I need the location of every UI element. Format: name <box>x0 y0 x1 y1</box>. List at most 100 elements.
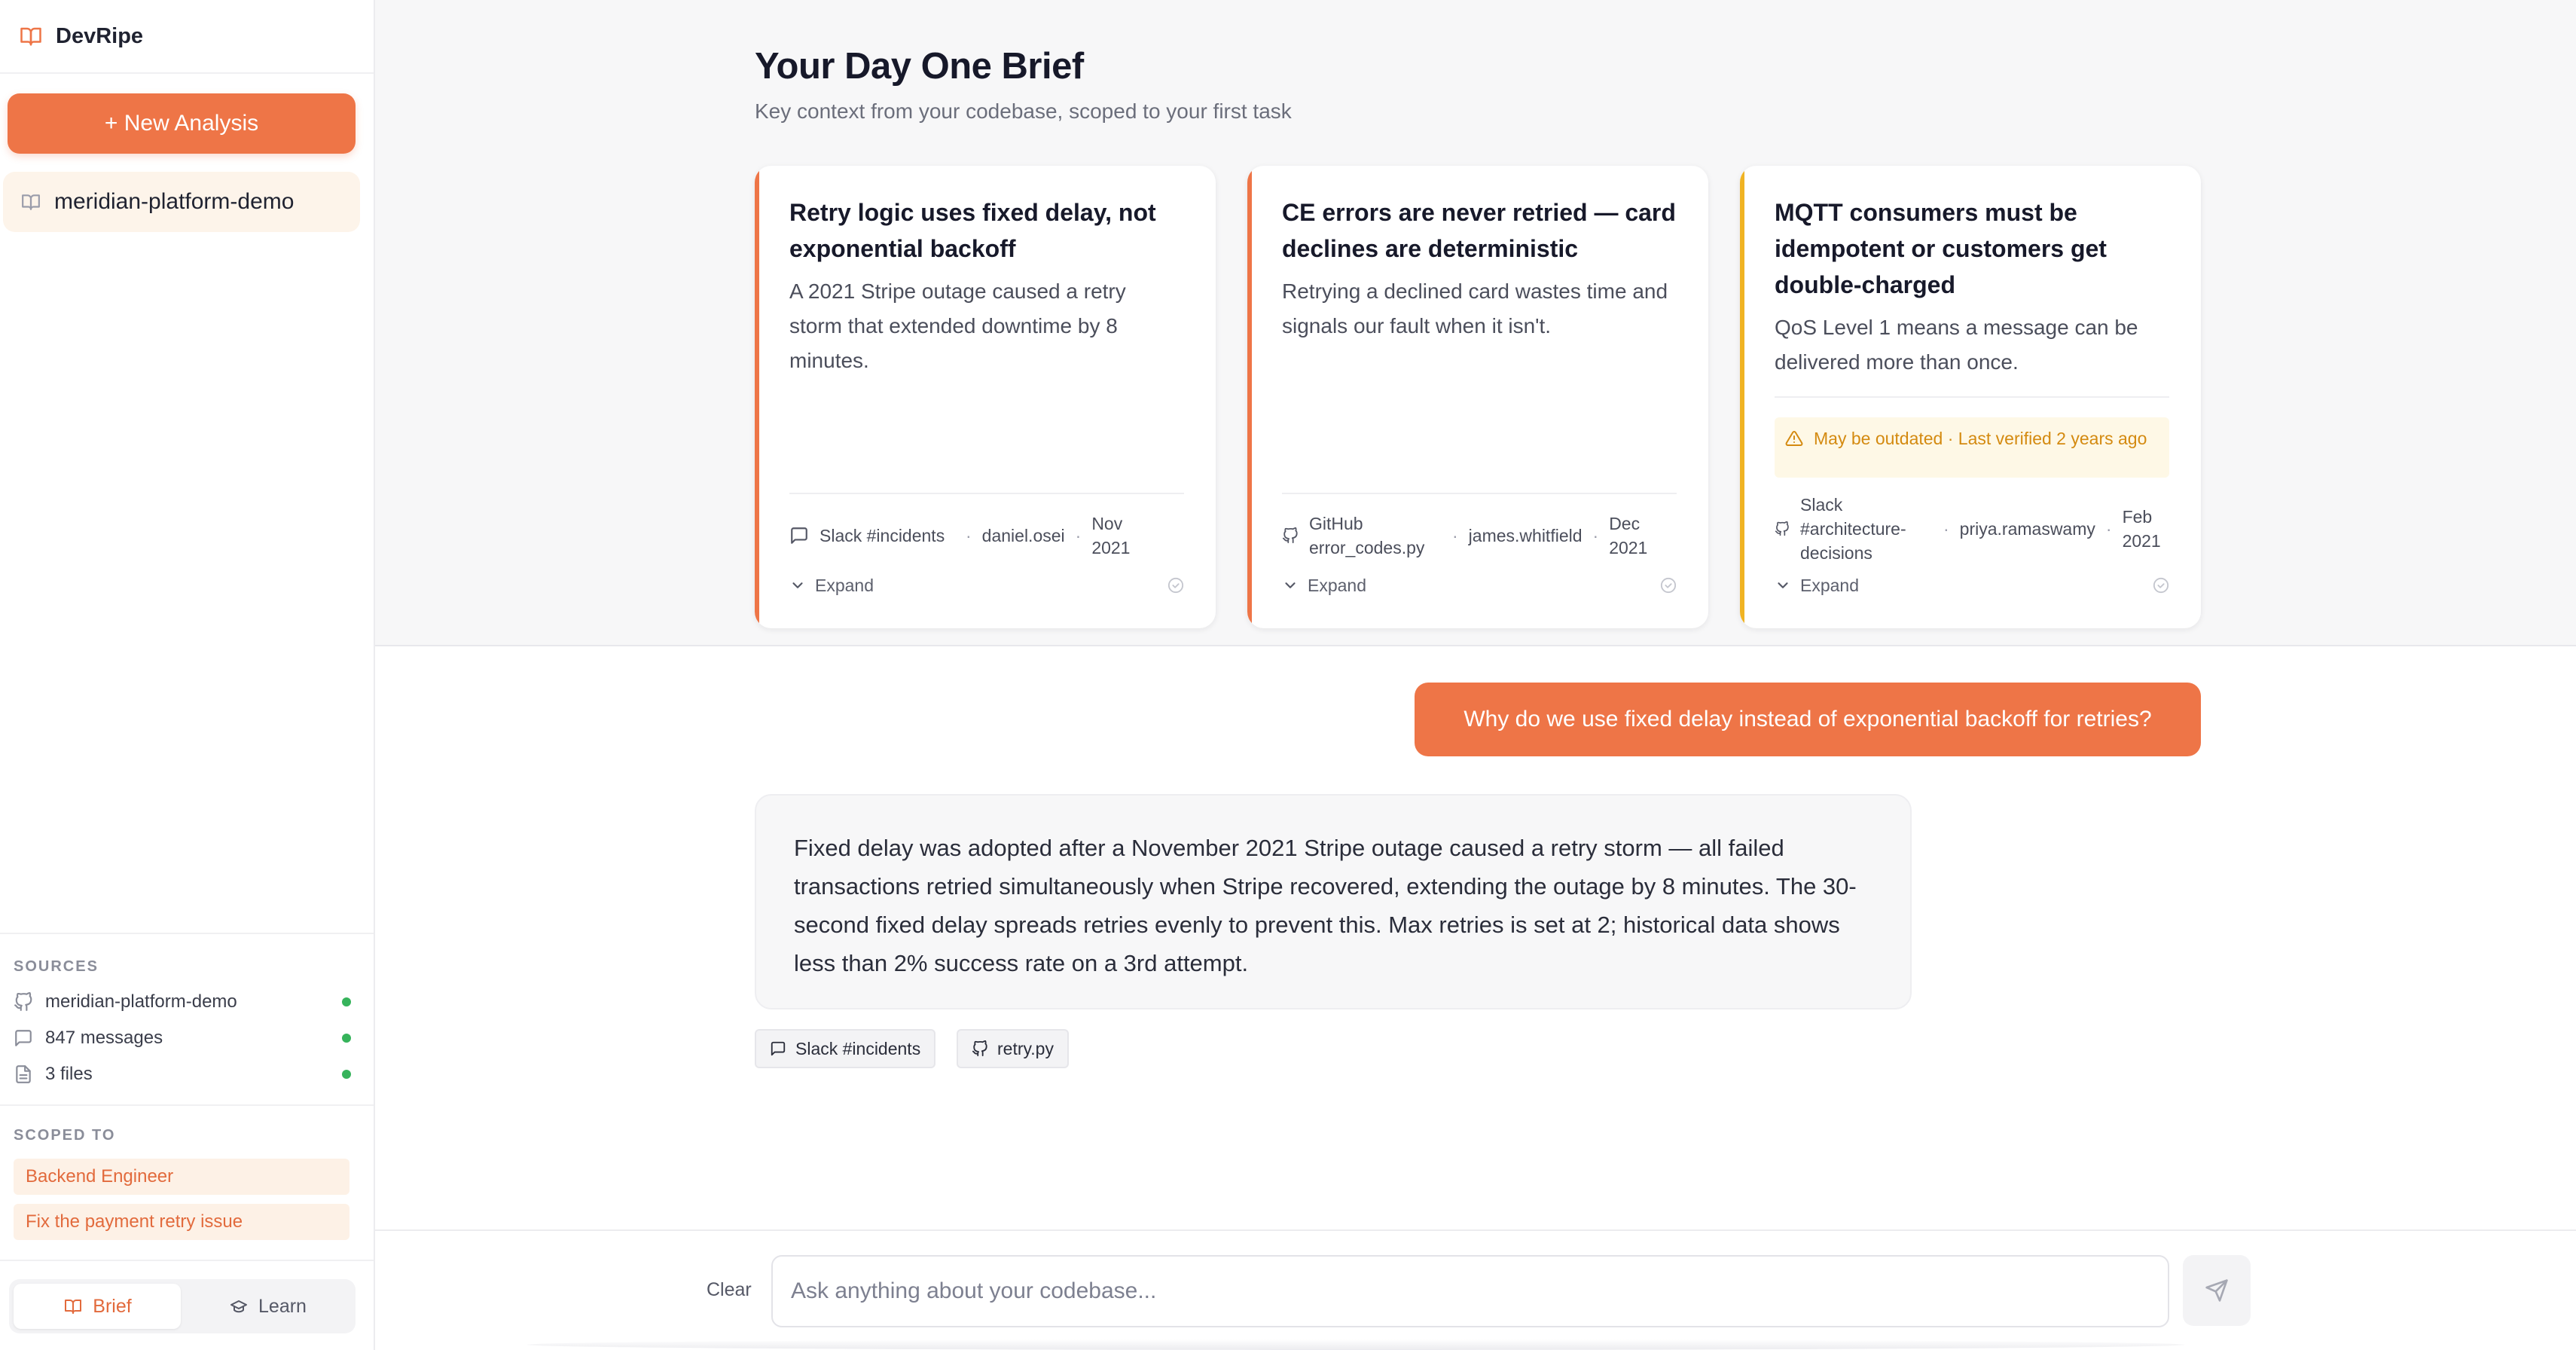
warning-text: May be outdated · Last verified 2 years … <box>1814 429 2147 448</box>
send-icon <box>2205 1278 2229 1303</box>
meta-separator: · <box>1592 525 1599 545</box>
citation-label: Slack #incidents <box>795 1038 921 1058</box>
divider <box>1282 493 1677 494</box>
graduation-cap-icon <box>228 1297 249 1315</box>
status-dot <box>342 1070 351 1079</box>
card-title: Retry logic uses fixed delay, not expone… <box>789 199 1156 262</box>
new-analysis-button[interactable]: + New Analysis <box>8 93 356 154</box>
expand-button[interactable]: Expand <box>789 573 1184 598</box>
divider <box>0 1260 374 1261</box>
page-title: Your Day One Brief <box>755 46 1084 87</box>
sidebar-header: DevRipe <box>0 0 374 74</box>
expand-label: Expand <box>1308 575 1367 595</box>
divider <box>0 933 374 934</box>
card-meta: GitHub error_codes.py · james.whitfield … <box>1282 509 1677 562</box>
brief-card: MQTT consumers must be idempotent or cus… <box>1740 166 2201 628</box>
card-source: GitHub error_codes.py <box>1309 514 1425 557</box>
page-subtitle: Key context from your codebase, scoped t… <box>755 99 1292 123</box>
citation-chip[interactable]: retry.py <box>957 1029 1069 1068</box>
user-message: Why do we use fixed delay instead of exp… <box>1415 683 2201 756</box>
github-icon <box>14 992 33 1012</box>
app-name: DevRipe <box>56 23 144 48</box>
expand-label: Expand <box>1800 575 1860 595</box>
message-square-icon <box>789 526 809 545</box>
brief-card: Retry logic uses fixed delay, not expone… <box>755 166 1216 628</box>
source-item-messages: 847 messages <box>14 1023 351 1053</box>
meta-separator: · <box>966 525 972 545</box>
check-circle-icon[interactable] <box>1660 577 1677 594</box>
github-icon <box>1775 521 1790 536</box>
github-icon <box>972 1040 988 1057</box>
scope-role-badge: Backend Engineer <box>14 1159 349 1195</box>
book-open-icon <box>63 1297 84 1315</box>
sources-title: SOURCES <box>14 958 99 975</box>
sidebar: DevRipe + New Analysis meridian-platform… <box>0 0 375 1350</box>
card-date: Nov 2021 <box>1091 514 1131 557</box>
status-dot <box>342 1034 351 1043</box>
card-author: priya.ramaswamy <box>1959 519 2095 539</box>
tab-label: Learn <box>258 1295 307 1317</box>
card-description: QoS Level 1 means a message can be deliv… <box>1775 316 2138 374</box>
chat-input[interactable] <box>771 1255 2169 1327</box>
card-meta: Slack #architecture-decisions · priya.ra… <box>1775 491 2169 567</box>
source-label: meridian-platform-demo <box>45 991 237 1012</box>
chevron-down-icon <box>789 577 806 594</box>
source-label: 847 messages <box>45 1028 163 1048</box>
scope-task-badge: Fix the payment retry issue <box>14 1204 349 1240</box>
outdated-warning: May be outdated · Last verified 2 years … <box>1775 417 2169 478</box>
card-title: CE errors are never retried — card decli… <box>1282 199 1676 262</box>
expand-button[interactable]: Expand <box>1282 573 1677 598</box>
send-button[interactable] <box>2183 1255 2251 1326</box>
meta-separator: · <box>1075 525 1082 545</box>
card-description: Retrying a declined card wastes time and… <box>1282 279 1668 338</box>
brief-card: CE errors are never retried — card decli… <box>1247 166 1708 628</box>
clear-button[interactable]: Clear <box>707 1279 752 1301</box>
check-circle-icon[interactable] <box>2153 577 2169 594</box>
card-accent-bar <box>755 166 759 628</box>
sidebar-item-label: meridian-platform-demo <box>54 189 295 214</box>
sidebar-item-project[interactable]: meridian-platform-demo <box>3 172 360 232</box>
card-source: Slack #architecture-decisions <box>1800 495 1906 563</box>
card-meta: Slack #incidents · daniel.osei · Nov 202… <box>789 509 1184 562</box>
book-open-icon <box>20 192 42 212</box>
meta-separator: · <box>2105 518 2112 539</box>
file-text-icon <box>14 1064 33 1084</box>
github-icon <box>1282 527 1299 544</box>
card-date: Dec 2021 <box>1609 514 1648 557</box>
citation-label: retry.py <box>997 1038 1054 1058</box>
message-square-icon <box>14 1028 33 1048</box>
card-author: james.whitfield <box>1468 526 1583 545</box>
source-label: 3 files <box>45 1064 93 1084</box>
alert-triangle-icon <box>1785 429 1803 447</box>
divider <box>789 493 1184 494</box>
tab-brief[interactable]: Brief <box>14 1284 181 1329</box>
book-open-icon <box>18 25 44 47</box>
card-author: daniel.osei <box>981 526 1065 545</box>
source-item-files: 3 files <box>14 1059 351 1089</box>
expand-button[interactable]: Expand <box>1775 573 2169 598</box>
check-circle-icon[interactable] <box>1167 577 1184 594</box>
card-accent-bar <box>1740 166 1744 628</box>
divider <box>1775 396 2169 398</box>
assistant-message: Fixed delay was adopted after a November… <box>755 794 1912 1009</box>
source-item-repo: meridian-platform-demo <box>14 987 351 1017</box>
citation-chip[interactable]: Slack #incidents <box>755 1029 936 1068</box>
card-title: MQTT consumers must be idempotent or cus… <box>1775 199 2107 298</box>
card-date: Feb 2021 <box>2122 507 2161 551</box>
card-description: A 2021 Stripe outage caused a retry stor… <box>789 279 1126 372</box>
bottom-shadow <box>527 1339 2184 1350</box>
scoped-to-title: SCOPED TO <box>14 1127 116 1144</box>
chevron-down-icon <box>1282 577 1299 594</box>
divider <box>0 1104 374 1106</box>
mode-switch: Brief Learn <box>9 1279 356 1333</box>
card-source: Slack #incidents <box>819 526 945 545</box>
chevron-down-icon <box>1775 577 1791 594</box>
meta-separator: · <box>1943 518 1949 539</box>
status-dot <box>342 997 351 1006</box>
meta-separator: · <box>1452 525 1458 545</box>
card-accent-bar <box>1247 166 1252 628</box>
tab-learn[interactable]: Learn <box>184 1284 351 1329</box>
tab-label: Brief <box>93 1295 132 1317</box>
expand-label: Expand <box>815 575 874 595</box>
message-square-icon <box>770 1040 786 1057</box>
